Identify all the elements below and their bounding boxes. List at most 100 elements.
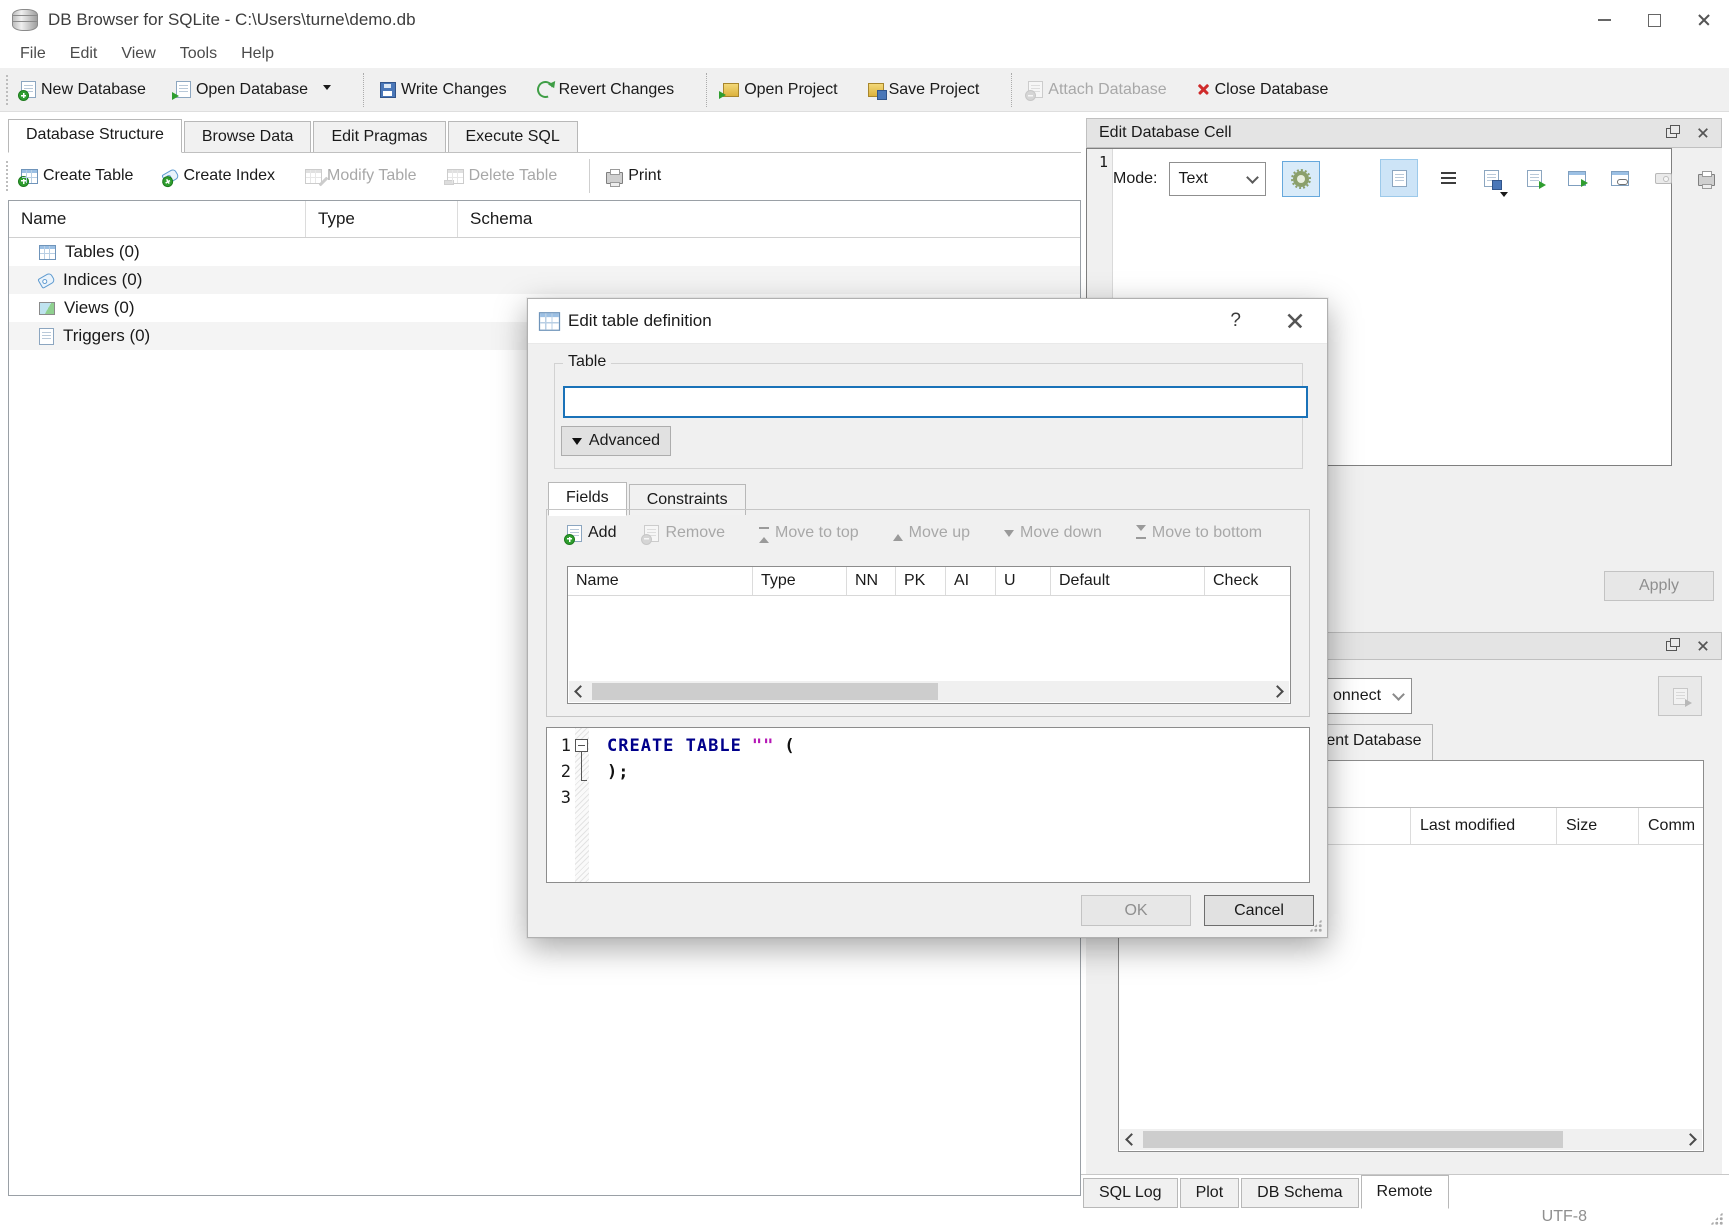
set-null-button[interactable]	[1650, 159, 1676, 197]
attach-database-button[interactable]: Attach Database	[1028, 81, 1166, 99]
maximize-button[interactable]	[1629, 0, 1679, 40]
move-to-bottom-button[interactable]: Move to bottom	[1136, 524, 1262, 542]
field-column-type[interactable]: Type	[753, 567, 847, 595]
tab-browse-data[interactable]: Browse Data	[184, 121, 312, 152]
field-column-default[interactable]: Default	[1051, 567, 1205, 595]
cancel-button[interactable]: Cancel	[1204, 895, 1314, 926]
print-button[interactable]: Print	[606, 167, 661, 185]
modify-table-button[interactable]: Modify Table	[305, 167, 417, 185]
menu-file[interactable]: File	[8, 42, 58, 66]
sql-line-numbers: 1 2 3	[547, 728, 575, 882]
field-column-pk[interactable]: PK	[896, 567, 946, 595]
field-column-u[interactable]: U	[996, 567, 1051, 595]
close-panel-icon[interactable]	[1698, 128, 1708, 138]
window-resize-grip[interactable]	[1710, 1212, 1723, 1225]
dialog-close-icon[interactable]	[1287, 313, 1303, 329]
fields-horizontal-scrollbar[interactable]	[569, 681, 1289, 702]
word-wrap-button[interactable]	[1435, 159, 1461, 197]
move-to-top-button[interactable]: Move to top	[759, 524, 859, 542]
minimize-button[interactable]	[1579, 0, 1629, 40]
tree-column-type[interactable]: Type	[306, 201, 458, 237]
tree-row-indices[interactable]: Indices (0)	[9, 266, 1080, 294]
tab-current-database[interactable]: rent Database	[1310, 724, 1433, 760]
open-as-link-button[interactable]	[1607, 159, 1633, 197]
print-cell-button[interactable]	[1693, 159, 1719, 197]
move-up-button[interactable]: Move up	[893, 524, 970, 542]
close-button[interactable]	[1679, 0, 1729, 40]
float-panel-icon[interactable]	[1666, 641, 1677, 651]
save-project-button[interactable]: Save Project	[868, 81, 980, 99]
remote-column-size[interactable]: Size	[1557, 808, 1639, 844]
text-document-icon	[1392, 170, 1407, 187]
line-number: 2	[547, 759, 571, 785]
window-title: DB Browser for SQLite - C:\Users\turne\d…	[48, 10, 416, 30]
move-down-icon	[1004, 528, 1014, 538]
scroll-right-arrow[interactable]	[1679, 1129, 1702, 1150]
connect-combobox[interactable]: onnect	[1324, 678, 1412, 714]
close-panel-icon[interactable]	[1698, 641, 1708, 651]
menu-edit[interactable]: Edit	[58, 42, 110, 66]
advanced-button[interactable]: Advanced	[561, 426, 671, 456]
table-name-input[interactable]	[563, 386, 1308, 418]
menu-tools[interactable]: Tools	[168, 42, 229, 66]
import-data-button[interactable]	[1478, 159, 1504, 197]
apply-button[interactable]: Apply	[1604, 571, 1714, 601]
open-in-external-button[interactable]	[1564, 159, 1590, 197]
field-column-nn[interactable]: NN	[847, 567, 896, 595]
text-mode-toggle-button[interactable]	[1380, 159, 1418, 197]
tree-row-tables[interactable]: Tables (0)	[9, 238, 1080, 266]
move-down-button[interactable]: Move down	[1004, 524, 1102, 542]
scrollbar-thumb[interactable]	[1143, 1131, 1563, 1148]
close-database-button[interactable]: Close Database	[1197, 81, 1329, 99]
move-to-bottom-label: Move to bottom	[1152, 524, 1262, 542]
toolbar-drag-handle[interactable]	[6, 75, 13, 105]
remote-column-commit[interactable]: Comm	[1639, 808, 1703, 844]
fold-collapse-icon[interactable]	[575, 739, 588, 752]
remote-horizontal-scrollbar[interactable]	[1120, 1129, 1702, 1150]
remote-column-last-modified[interactable]: Last modified	[1411, 808, 1557, 844]
auto-switch-mode-button[interactable]	[1282, 161, 1320, 197]
field-column-check[interactable]: Check	[1205, 567, 1290, 595]
open-project-button[interactable]: Open Project	[723, 81, 837, 99]
write-changes-button[interactable]: Write Changes	[380, 81, 507, 99]
clone-database-icon	[1673, 688, 1688, 705]
add-field-button[interactable]: Add	[567, 524, 616, 542]
field-column-name[interactable]: Name	[568, 567, 753, 595]
tree-column-schema[interactable]: Schema	[458, 201, 1080, 237]
create-index-button[interactable]: Create Index	[163, 167, 275, 185]
toolbar-drag-handle[interactable]	[6, 161, 13, 191]
sql-preview-editor[interactable]: 1 2 3 CREATE TABLE""( );	[546, 727, 1310, 883]
move-to-top-icon	[759, 527, 769, 539]
create-table-button[interactable]: Create Table	[21, 167, 133, 185]
tab-edit-pragmas[interactable]: Edit Pragmas	[313, 121, 445, 152]
tree-column-name[interactable]: Name	[9, 201, 306, 237]
mode-combobox[interactable]: Text	[1169, 162, 1266, 196]
clone-database-button[interactable]	[1658, 676, 1702, 716]
scroll-left-arrow[interactable]	[1120, 1129, 1143, 1150]
sql-keyword: CREATE TABLE	[607, 736, 742, 756]
scroll-left-arrow[interactable]	[569, 681, 592, 702]
remove-field-button[interactable]: Remove	[644, 524, 725, 542]
scroll-right-arrow[interactable]	[1266, 681, 1289, 702]
export-data-button[interactable]	[1521, 159, 1547, 197]
advanced-label: Advanced	[589, 432, 660, 450]
revert-changes-button[interactable]: Revert Changes	[537, 81, 675, 99]
open-database-button[interactable]: Open Database	[176, 81, 331, 99]
menu-help[interactable]: Help	[229, 42, 286, 66]
tab-database-structure[interactable]: Database Structure	[8, 119, 182, 153]
open-database-dropdown-icon[interactable]	[323, 85, 331, 94]
ok-button[interactable]: OK	[1081, 895, 1191, 926]
tab-execute-sql[interactable]: Execute SQL	[448, 121, 578, 152]
link-icon	[1611, 171, 1629, 186]
delete-table-button[interactable]: Delete Table	[447, 167, 558, 185]
field-column-ai[interactable]: AI	[946, 567, 996, 595]
scrollbar-thumb[interactable]	[592, 683, 938, 700]
dialog-help-button[interactable]: ?	[1230, 310, 1241, 332]
menu-view[interactable]: View	[109, 42, 167, 66]
float-panel-icon[interactable]	[1666, 128, 1677, 138]
main-toolbar: New Database Open Database Write Changes…	[0, 68, 1729, 112]
encoding-indicator[interactable]: UTF-8	[1542, 1208, 1587, 1226]
modify-table-icon	[305, 169, 322, 184]
new-database-button[interactable]: New Database	[21, 81, 146, 99]
sql-line-3: );	[607, 759, 796, 785]
